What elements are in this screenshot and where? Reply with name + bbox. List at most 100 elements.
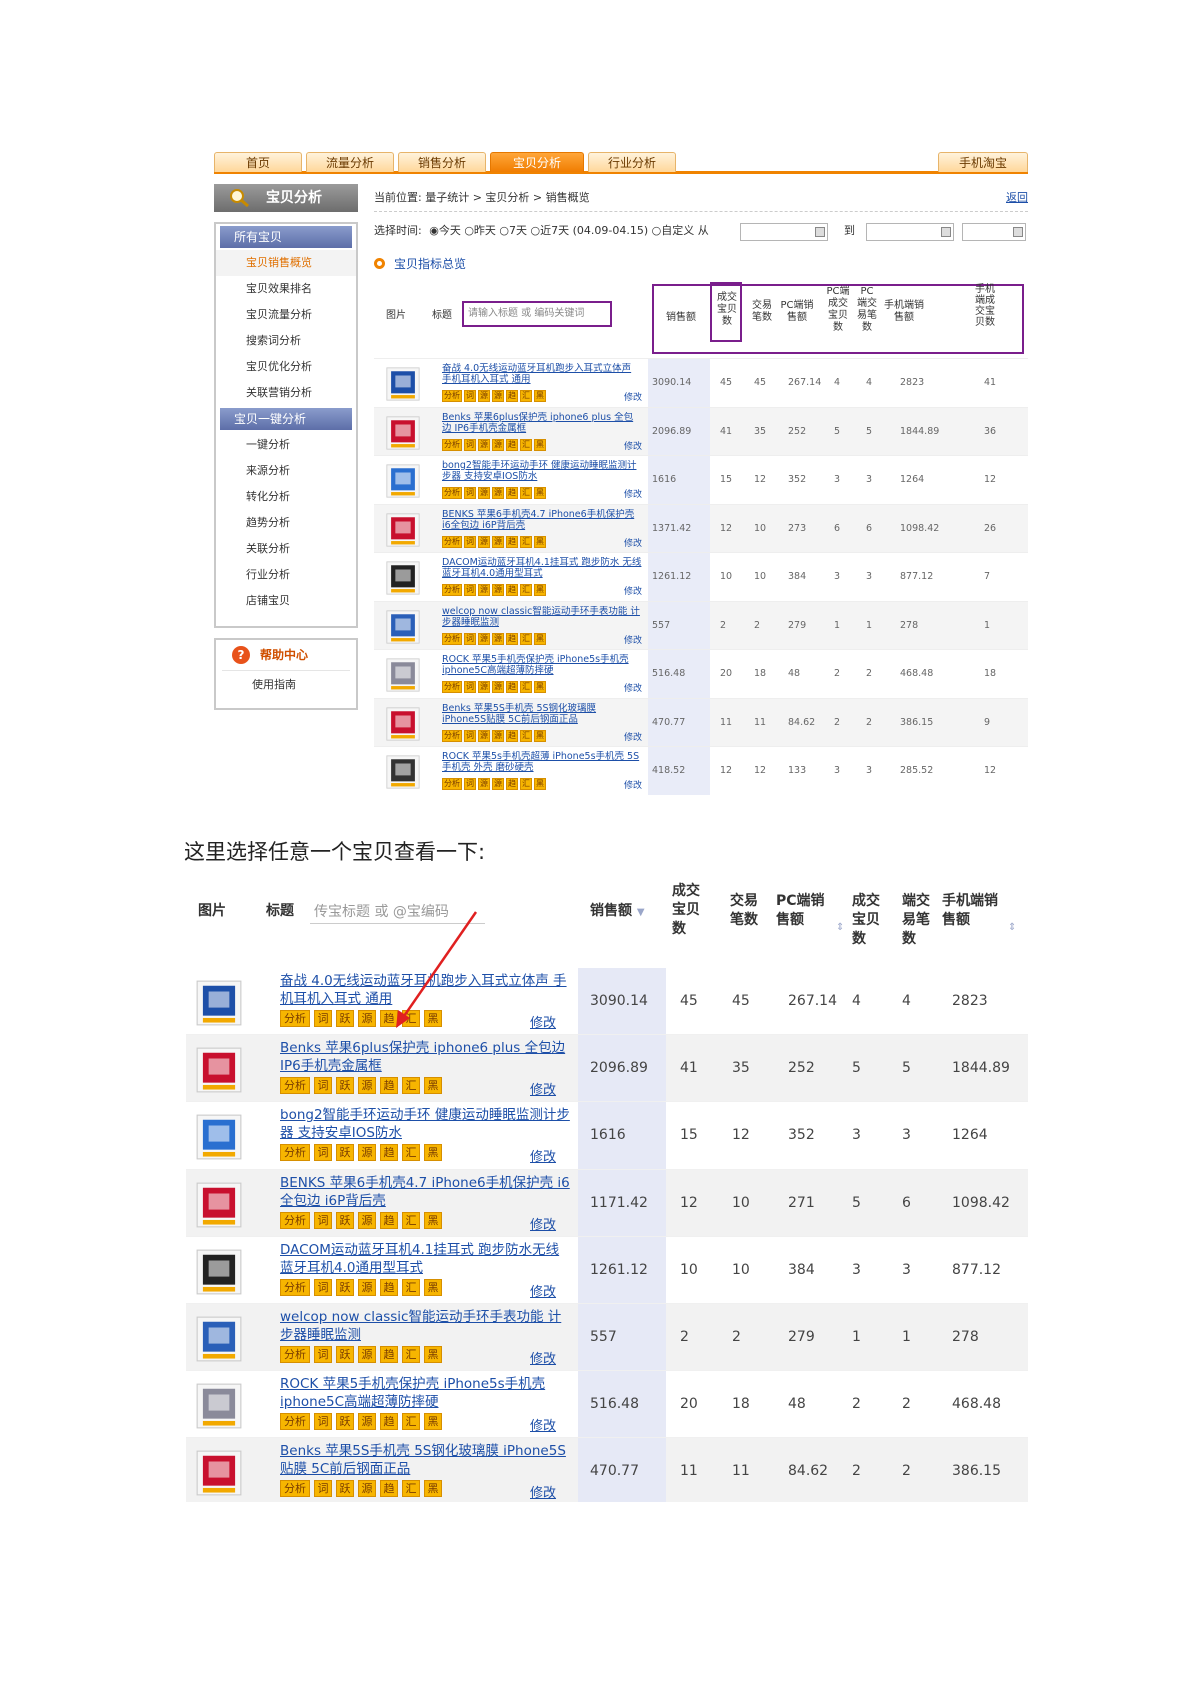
product-thumbnail[interactable] xyxy=(196,980,242,1026)
action-tag[interactable]: 黑 xyxy=(534,438,546,451)
header-pc-buyers[interactable]: 成交宝贝数 xyxy=(852,892,886,949)
header-orders[interactable]: 交易笔数 xyxy=(730,892,764,930)
action-tag[interactable]: 汇 xyxy=(520,487,532,499)
action-tag[interactable]: 趋 xyxy=(380,1010,398,1027)
action-tag[interactable]: 词 xyxy=(464,778,476,790)
action-tag[interactable]: 跃 xyxy=(336,1144,354,1162)
action-tag[interactable]: 源 xyxy=(478,535,490,548)
action-tag[interactable]: 趋 xyxy=(380,1077,398,1095)
action-tag[interactable]: 分析 xyxy=(442,632,462,645)
product-thumbnail[interactable] xyxy=(386,415,420,450)
action-tag[interactable]: 黑 xyxy=(424,1144,442,1162)
edit-link[interactable]: 修改 xyxy=(624,390,642,403)
action-tag[interactable]: 分析 xyxy=(442,390,462,402)
sidebar-item[interactable]: 宝贝流量分析 xyxy=(216,302,356,328)
action-tag[interactable]: 汇 xyxy=(520,438,532,451)
tab-sales[interactable]: 销售分析 xyxy=(398,152,486,172)
action-tag[interactable]: 黑 xyxy=(424,1077,442,1095)
action-tag[interactable]: 汇 xyxy=(520,390,532,402)
header-orders[interactable]: 交易笔数 xyxy=(748,300,776,324)
edit-link[interactable]: 修改 xyxy=(530,1214,556,1233)
tab-home[interactable]: 首页 xyxy=(214,152,302,172)
action-tag[interactable]: 汇 xyxy=(520,535,532,548)
action-tag[interactable]: 词 xyxy=(464,729,476,742)
edit-link[interactable]: 修改 xyxy=(530,1482,556,1501)
action-tag[interactable]: 分析 xyxy=(442,584,462,596)
search-input[interactable]: 传宝标题 或 @宝编码 xyxy=(310,900,485,924)
action-tag[interactable]: 源 xyxy=(492,632,504,645)
action-tag[interactable]: 趋 xyxy=(380,1480,398,1498)
tab-industry[interactable]: 行业分析 xyxy=(588,152,676,172)
sidebar-item[interactable]: 转化分析 xyxy=(216,484,356,510)
product-thumbnail[interactable] xyxy=(196,1114,242,1160)
action-tag[interactable]: 分析 xyxy=(280,1413,310,1431)
edit-link[interactable]: 修改 xyxy=(530,1146,556,1165)
action-tag[interactable]: 分析 xyxy=(442,438,462,451)
action-tag[interactable]: 趋 xyxy=(506,632,518,645)
action-tag[interactable]: 源 xyxy=(478,778,490,790)
product-thumbnail[interactable] xyxy=(386,464,420,498)
header-pc-orders[interactable]: 端交易笔数 xyxy=(902,892,936,949)
action-tag[interactable]: 词 xyxy=(314,1345,332,1363)
edit-link[interactable]: 修改 xyxy=(530,1281,556,1300)
sidebar-group-header[interactable]: 宝贝一键分析 xyxy=(220,408,352,430)
action-tag[interactable]: 分析 xyxy=(442,535,462,548)
product-title-link[interactable]: DACOM运动蓝牙耳机4.1挂耳式 跑步防水无线蓝牙耳机4.0通用型耳式 xyxy=(280,1241,570,1277)
sort-icon[interactable]: ⇕ xyxy=(836,922,844,933)
sidebar-item[interactable]: 搜索词分析 xyxy=(216,328,356,354)
edit-link[interactable]: 修改 xyxy=(624,584,642,597)
edit-link[interactable]: 修改 xyxy=(624,633,642,646)
action-tag[interactable]: 黑 xyxy=(534,729,546,742)
action-tag[interactable]: 汇 xyxy=(402,1077,420,1095)
action-tag[interactable]: 汇 xyxy=(520,778,532,790)
edit-link[interactable]: 修改 xyxy=(624,778,642,791)
action-tag[interactable]: 黑 xyxy=(534,632,546,645)
action-tag[interactable]: 词 xyxy=(464,632,476,645)
action-tag[interactable]: 源 xyxy=(358,1345,376,1363)
action-tag[interactable]: 跃 xyxy=(336,1077,354,1095)
tab-traffic[interactable]: 流量分析 xyxy=(306,152,394,172)
product-title-link[interactable]: 奋战 4.0无线运动蓝牙耳机跑步入耳式立体声 手机耳机入耳式 通用 xyxy=(280,972,570,1008)
product-thumbnail[interactable] xyxy=(386,706,420,741)
product-title-link[interactable]: BENKS 苹果6手机壳4.7 iPhone6手机保护壳 i6全包边 i6P背后… xyxy=(280,1174,570,1210)
product-thumbnail[interactable] xyxy=(386,561,420,595)
action-tag[interactable]: 分析 xyxy=(280,1077,310,1095)
action-tag[interactable]: 分析 xyxy=(280,1278,310,1296)
action-tag[interactable]: 黑 xyxy=(534,390,546,402)
action-tag[interactable]: 汇 xyxy=(402,1345,420,1363)
product-title-link[interactable]: 奋战 4.0无线运动蓝牙耳机跑步入耳式立体声 手机耳机入耳式 通用 xyxy=(442,363,642,387)
tab-item-analysis[interactable]: 宝贝分析 xyxy=(490,152,584,172)
action-tag[interactable]: 黑 xyxy=(534,681,546,693)
sidebar-item[interactable]: 关联营销分析 xyxy=(216,380,356,406)
action-tag[interactable]: 跃 xyxy=(336,1413,354,1431)
sidebar-item[interactable]: 来源分析 xyxy=(216,458,356,484)
action-tag[interactable]: 汇 xyxy=(402,1413,420,1431)
calendar-icon[interactable] xyxy=(1013,227,1023,237)
edit-link[interactable]: 修改 xyxy=(624,730,642,743)
edit-link[interactable]: 修改 xyxy=(530,1348,556,1367)
product-title-link[interactable]: Benks 苹果5S手机壳 5S钢化玻璃膜 iPhone5S贴膜 5C前后钢面正… xyxy=(442,703,642,727)
action-tag[interactable]: 词 xyxy=(314,1278,332,1296)
action-tag[interactable]: 汇 xyxy=(402,1211,420,1229)
product-title-link[interactable]: DACOM运动蓝牙耳机4.1挂耳式 跑步防水 无线蓝牙耳机4.0通用型耳式 xyxy=(442,557,642,581)
sidebar-item[interactable]: 一键分析 xyxy=(216,432,356,458)
action-tag[interactable]: 汇 xyxy=(520,729,532,742)
action-tag[interactable]: 趋 xyxy=(380,1144,398,1162)
action-tag[interactable]: 源 xyxy=(492,681,504,693)
action-tag[interactable]: 词 xyxy=(464,584,476,596)
action-tag[interactable]: 趋 xyxy=(506,729,518,742)
header-mobile-sales[interactable]: 手机端销售额 xyxy=(942,892,1000,930)
header-pc-buyers[interactable]: PC端成交宝贝数 xyxy=(824,286,852,334)
sort-icon[interactable]: ⇕ xyxy=(1008,922,1016,933)
action-tag[interactable]: 分析 xyxy=(280,1144,310,1162)
action-tag[interactable]: 词 xyxy=(314,1413,332,1431)
action-tag[interactable]: 趋 xyxy=(380,1278,398,1296)
sort-desc-icon[interactable]: ▼ xyxy=(637,907,645,918)
action-tag[interactable]: 黑 xyxy=(424,1278,442,1296)
action-tag[interactable]: 源 xyxy=(492,487,504,499)
action-tag[interactable]: 趋 xyxy=(506,487,518,499)
sidebar-group-header[interactable]: 所有宝贝 xyxy=(220,226,352,248)
sidebar-item[interactable]: 宝贝优化分析 xyxy=(216,354,356,380)
header-mobile-sales[interactable]: 手机端销售额 xyxy=(882,300,926,324)
action-tag[interactable]: 源 xyxy=(478,390,490,402)
